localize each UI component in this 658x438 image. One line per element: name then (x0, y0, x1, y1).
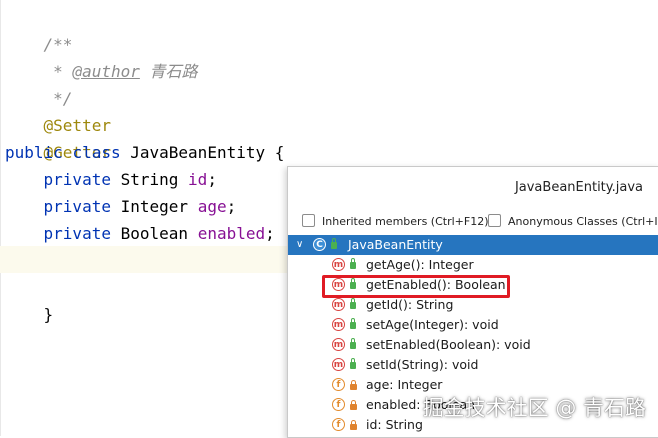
method-icon: m (332, 298, 345, 311)
code-line-11[interactable]: } (5, 274, 54, 324)
method-icon: m (332, 358, 345, 371)
tree-item-label: setId(String): void (366, 357, 479, 372)
code-line-7[interactable]: private String id; (5, 166, 217, 193)
author-name: 青石路 (139, 62, 198, 81)
anonymous-classes-checkbox[interactable]: Anonymous Classes (Ctrl+I) (488, 213, 658, 231)
keyword-private: private (43, 170, 111, 189)
public-lock-icon (350, 358, 356, 369)
brace-close: } (43, 305, 54, 324)
field-icon: f (332, 418, 345, 431)
keyword-private: private (43, 224, 111, 243)
chevron-down-icon[interactable]: ∨ (296, 235, 303, 255)
checkbox-box[interactable] (488, 214, 501, 227)
tree-item-label: JavaBeanEntity (348, 237, 443, 252)
tree-item-member[interactable]: m setId(String): void (288, 355, 658, 375)
semicolon: ; (207, 170, 217, 189)
code-line-9[interactable]: private Boolean enabled; (5, 220, 275, 247)
class-icon: C (313, 238, 326, 251)
keyword-private: private (43, 197, 111, 216)
code-line-8[interactable]: private Integer age; (5, 193, 237, 220)
private-lock-icon (350, 380, 357, 390)
tree-item-label: getAge(): Integer (366, 257, 474, 272)
keyword-public: public (5, 143, 63, 162)
semicolon: ; (226, 197, 237, 216)
tree-item-member[interactable]: m getId(): String (288, 295, 658, 315)
tree-item-member[interactable]: m getAge(): Integer (288, 255, 658, 275)
checkbox-box[interactable] (302, 214, 315, 227)
code-line-4[interactable]: @Setter (5, 85, 111, 135)
brace-open: { (274, 143, 285, 162)
inherited-members-checkbox[interactable]: Inherited members (Ctrl+F12) (302, 213, 489, 231)
field-name: enabled (197, 224, 266, 243)
method-icon: m (332, 318, 345, 331)
class-name: JavaBeanEntity (130, 143, 266, 162)
public-lock-icon (350, 338, 356, 349)
tree-item-member[interactable]: m setAge(Integer): void (288, 315, 658, 335)
tree-item-label: setEnabled(Boolean): void (366, 337, 531, 352)
tree-item-member[interactable]: m setEnabled(Boolean): void (288, 335, 658, 355)
code-line-1[interactable]: /** (5, 4, 73, 54)
field-icon: f (332, 398, 345, 411)
private-lock-icon (350, 420, 357, 430)
code-line-5[interactable]: @Getter (5, 112, 111, 162)
public-lock-icon (350, 298, 356, 309)
annotation-highlight-box (322, 275, 510, 298)
code-line-3[interactable]: */ (5, 58, 72, 108)
public-lock-icon (350, 258, 356, 269)
keyword-class: class (72, 143, 121, 162)
tree-item-label: getId(): String (366, 297, 454, 312)
field-name: id (188, 170, 208, 189)
tree-root-class[interactable]: ∨ C JavaBeanEntity (288, 235, 658, 255)
tree-item-label: setAge(Integer): void (366, 317, 499, 332)
public-lock-icon (331, 238, 337, 249)
watermark: 掘金技术社区 @ 青石路 (422, 396, 646, 420)
private-lock-icon (350, 400, 357, 410)
editor-gutter-divider (0, 0, 1, 436)
method-icon: m (332, 258, 345, 271)
code-line-6[interactable]: public class JavaBeanEntity { (5, 139, 284, 166)
field-type: String (120, 170, 179, 189)
semicolon: ; (265, 224, 275, 243)
method-icon: m (332, 338, 345, 351)
popup-title: JavaBeanEntity.java (514, 180, 643, 195)
tree-item-label: id: String (366, 417, 423, 432)
inherited-members-label: Inherited members (Ctrl+F12) (322, 215, 489, 228)
anonymous-classes-label: Anonymous Classes (Ctrl+I) (508, 215, 658, 228)
field-name: age (197, 197, 227, 216)
field-icon: f (332, 378, 345, 391)
field-type: Boolean (120, 224, 189, 243)
structure-options-bar: Inherited members (Ctrl+F12) Anonymous C… (288, 209, 658, 235)
field-type: Integer (120, 197, 189, 216)
code-line-2[interactable]: * @author 青石路 (5, 31, 197, 81)
public-lock-icon (350, 318, 356, 329)
author-tag: @author (72, 62, 140, 81)
